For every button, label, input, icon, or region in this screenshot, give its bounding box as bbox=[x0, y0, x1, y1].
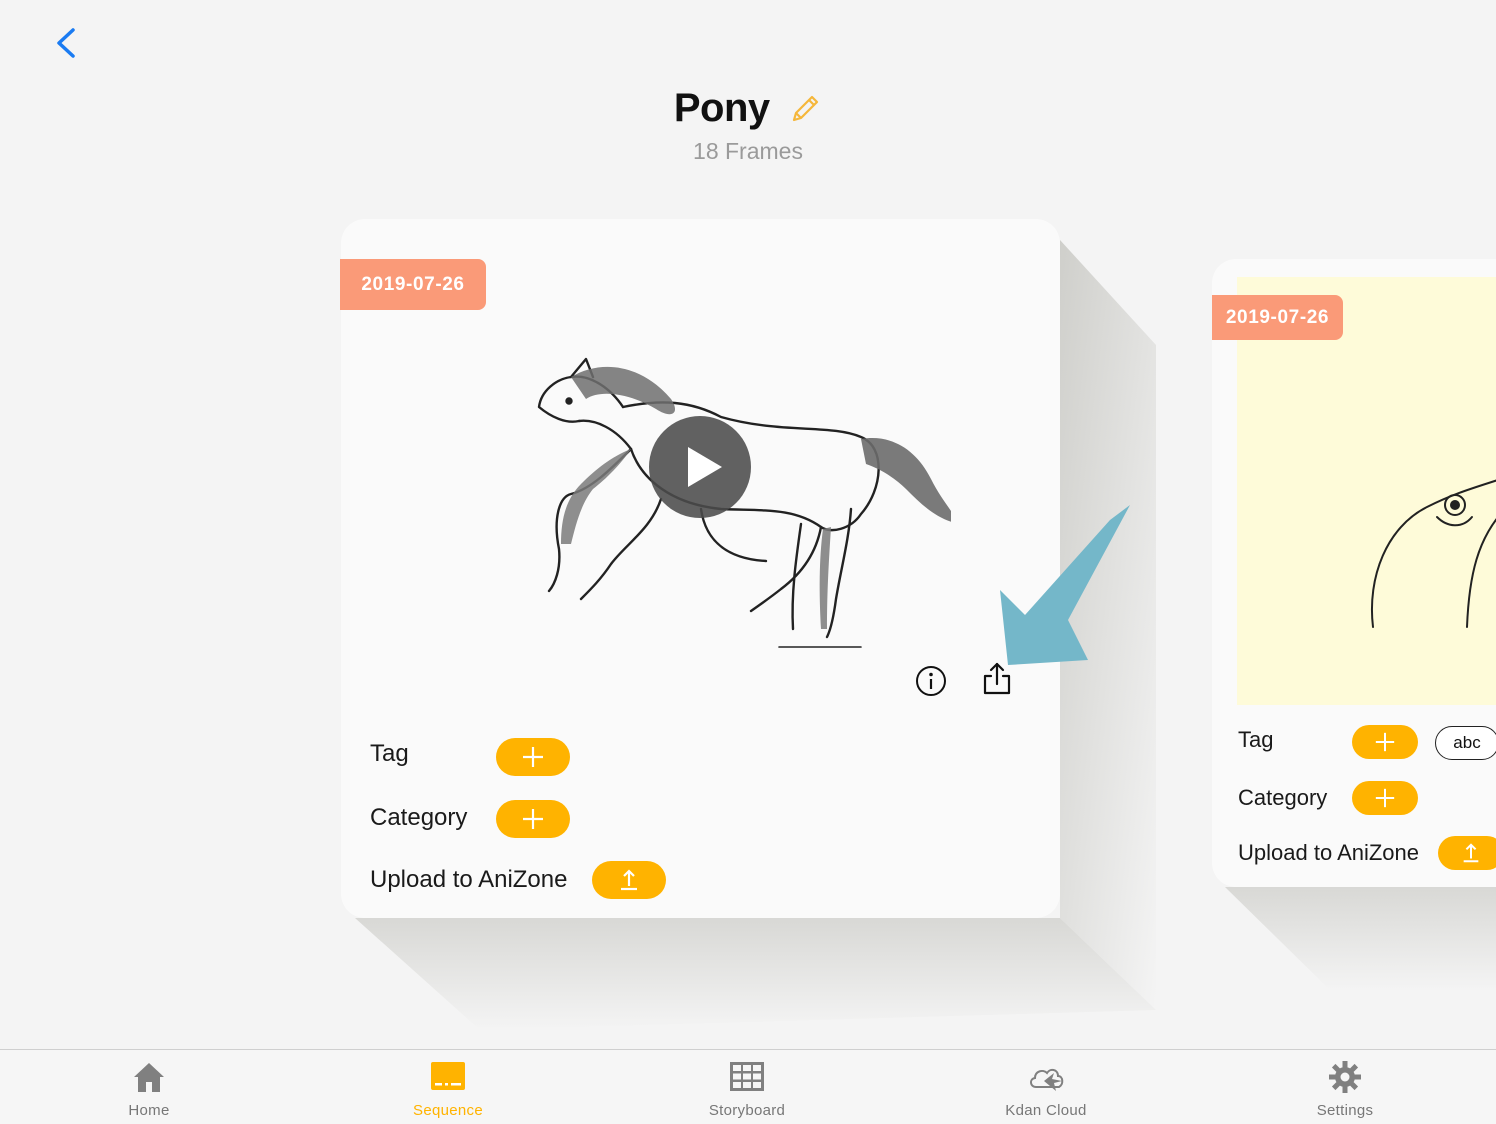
tab-kdan-cloud[interactable]: Kdan Cloud bbox=[946, 1050, 1146, 1124]
title-row: Pony bbox=[0, 86, 1496, 131]
add-tag-button[interactable] bbox=[1352, 725, 1418, 759]
tab-sequence[interactable]: Sequence bbox=[348, 1050, 548, 1124]
sequence-card-next[interactable]: 2019-07-26 Tag abc Category Upload to An… bbox=[1212, 259, 1496, 887]
tab-label: Sequence bbox=[413, 1102, 483, 1119]
category-label: Category bbox=[1238, 785, 1328, 810]
plus-icon bbox=[1375, 788, 1395, 808]
grid-icon bbox=[730, 1062, 764, 1091]
info-button[interactable] bbox=[911, 661, 951, 701]
tab-settings[interactable]: Settings bbox=[1245, 1050, 1445, 1124]
share-button[interactable] bbox=[977, 659, 1017, 699]
tab-label: Kdan Cloud bbox=[1005, 1102, 1087, 1119]
play-icon bbox=[688, 447, 722, 487]
plus-icon bbox=[1375, 732, 1395, 752]
edit-title-button[interactable] bbox=[788, 92, 822, 126]
share-icon bbox=[983, 662, 1011, 695]
plus-icon bbox=[523, 809, 543, 829]
chevron-left-icon bbox=[57, 28, 75, 58]
plus-icon bbox=[523, 747, 543, 767]
tab-label: Home bbox=[128, 1102, 170, 1119]
tab-label: Settings bbox=[1316, 1102, 1374, 1119]
upload-anizone-button[interactable] bbox=[1438, 836, 1496, 870]
add-category-button[interactable] bbox=[496, 800, 570, 838]
info-icon bbox=[916, 666, 946, 696]
tag-label: Tag bbox=[370, 740, 409, 767]
tab-label: Storyboard bbox=[708, 1102, 786, 1119]
back-button[interactable] bbox=[48, 22, 88, 66]
gear-icon bbox=[1329, 1061, 1361, 1093]
tag-chip[interactable]: abc bbox=[1435, 726, 1496, 760]
sequence-icon bbox=[431, 1062, 465, 1090]
upload-anizone-button[interactable] bbox=[592, 861, 666, 899]
add-category-button[interactable] bbox=[1352, 781, 1418, 815]
tab-bar: Home Sequence Storyboard Kdan Cloud Sett… bbox=[0, 1049, 1496, 1124]
sketch-drawing bbox=[1371, 479, 1496, 628]
frame-count: 18 Frames bbox=[693, 138, 803, 164]
upload-icon bbox=[1463, 843, 1479, 863]
tab-storyboard[interactable]: Storyboard bbox=[647, 1050, 847, 1124]
play-button[interactable] bbox=[649, 416, 751, 518]
category-label: Category bbox=[370, 804, 468, 831]
date-badge: 2019-07-26 bbox=[1212, 295, 1343, 340]
add-tag-button[interactable] bbox=[496, 738, 570, 776]
sequence-card[interactable]: 2019-07-26 Tag Category Upload to AniZon… bbox=[340, 219, 1060, 918]
preview-thumbnail bbox=[1237, 277, 1496, 705]
pencil-icon bbox=[793, 95, 819, 121]
upload-label: Upload to AniZone bbox=[370, 866, 568, 893]
upload-label: Upload to AniZone bbox=[1238, 840, 1420, 865]
upload-icon bbox=[621, 869, 637, 891]
cloud-icon bbox=[1030, 1068, 1064, 1091]
page-title: Pony bbox=[673, 86, 770, 130]
tag-label: Tag bbox=[1238, 727, 1274, 752]
date-badge: 2019-07-26 bbox=[340, 259, 486, 310]
house-icon bbox=[134, 1063, 164, 1092]
tab-home[interactable]: Home bbox=[49, 1050, 249, 1124]
